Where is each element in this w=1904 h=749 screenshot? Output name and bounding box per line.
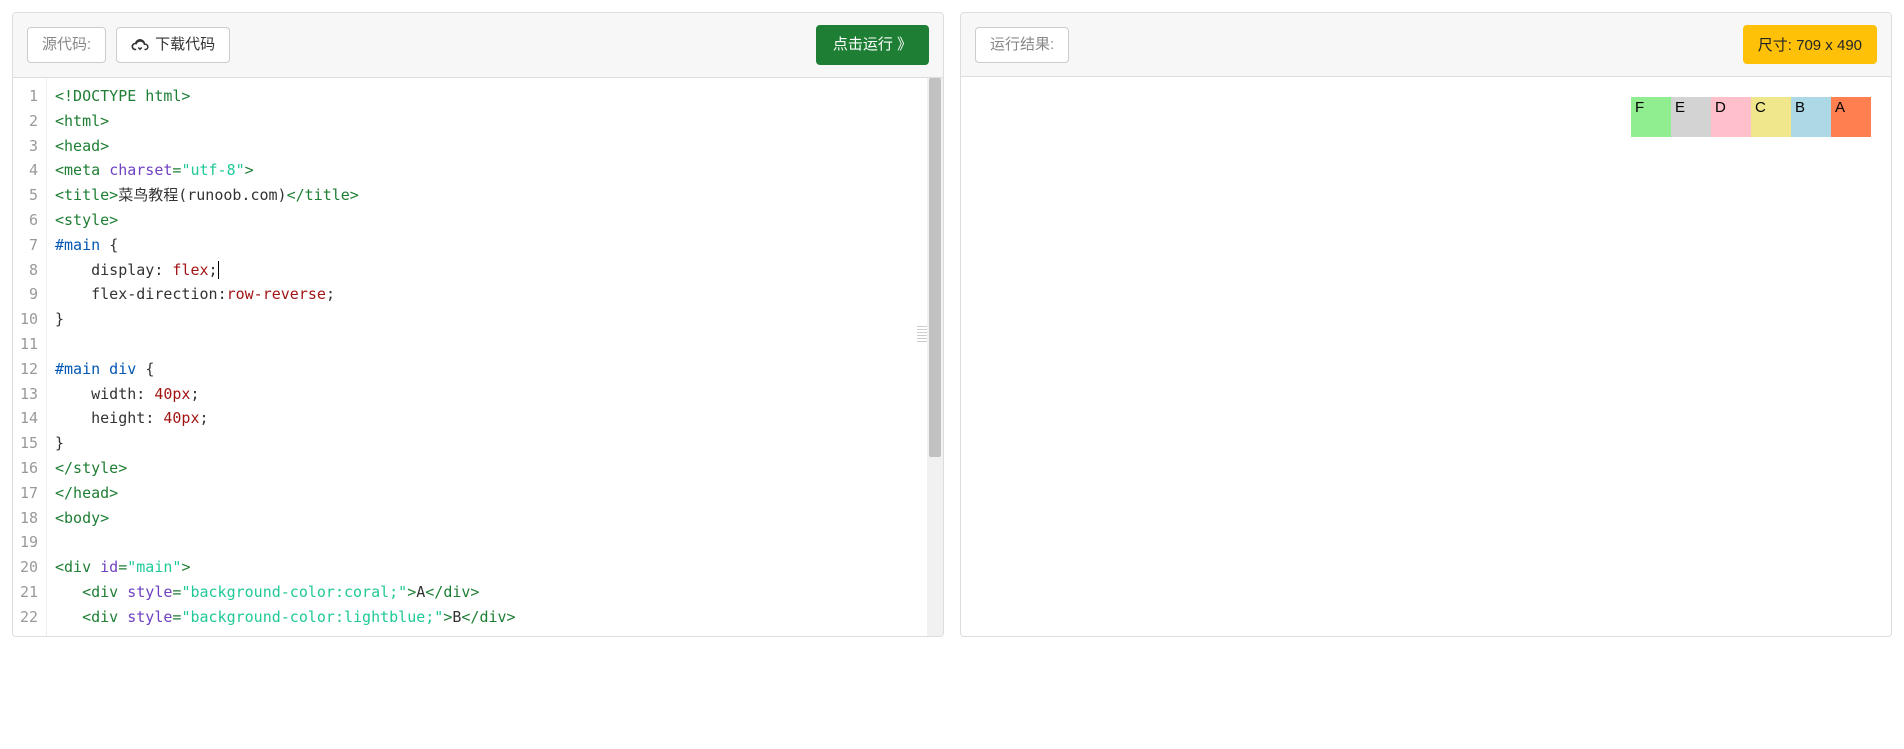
code-line[interactable] [55,530,935,555]
source-header-left: 源代码: 下载代码 [27,27,230,63]
code-line[interactable]: <div id="main"> [55,555,935,580]
line-number: 16 [17,456,38,481]
line-number: 5 [17,183,38,208]
line-number: 11 [17,332,38,357]
code-line[interactable]: display: flex; [55,258,935,283]
code-line[interactable] [55,332,935,357]
cloud-download-icon [131,38,149,52]
code-editor[interactable]: 12345678910111213141516171819202122 <!DO… [13,78,943,636]
line-number: 13 [17,382,38,407]
code-line[interactable]: } [55,431,935,456]
text-caret [218,261,219,279]
line-number: 19 [17,530,38,555]
result-panel: 运行结果: 尺寸: 709 x 490 ABCDEF [960,12,1892,637]
line-number: 22 [17,605,38,630]
line-number: 18 [17,506,38,531]
size-value: 709 x 490 [1796,37,1862,54]
result-panel-header: 运行结果: 尺寸: 709 x 490 [961,13,1891,77]
line-number: 2 [17,109,38,134]
code-line[interactable]: height: 40px; [55,406,935,431]
line-number: 6 [17,208,38,233]
line-number: 15 [17,431,38,456]
line-gutter: 12345678910111213141516171819202122 [13,78,47,636]
app-container: 源代码: 下载代码 点击运行 》 12345678910111213141516… [12,12,1892,637]
line-number: 20 [17,555,38,580]
code-line[interactable]: #main { [55,233,935,258]
code-line[interactable]: <head> [55,134,935,159]
line-number: 14 [17,406,38,431]
code-line[interactable]: <title>菜鸟教程(runoob.com)</title> [55,183,935,208]
result-body: ABCDEF [961,77,1891,636]
line-number: 12 [17,357,38,382]
size-prefix: 尺寸: [1758,37,1796,54]
code-line[interactable]: <!DOCTYPE html> [55,84,935,109]
size-badge: 尺寸: 709 x 490 [1743,25,1877,64]
source-panel: 源代码: 下载代码 点击运行 》 12345678910111213141516… [12,12,944,637]
download-button[interactable]: 下载代码 [116,27,230,63]
code-line[interactable]: <meta charset="utf-8"> [55,158,935,183]
splitter-handle[interactable] [917,312,927,356]
scrollbar-thumb[interactable] [929,78,941,457]
code-line[interactable]: <style> [55,208,935,233]
source-panel-header: 源代码: 下载代码 点击运行 》 [13,13,943,78]
download-button-label: 下载代码 [155,36,215,54]
code-line[interactable]: <html> [55,109,935,134]
code-area[interactable]: <!DOCTYPE html><html><head><meta charset… [47,78,943,636]
flex-item: E [1671,97,1711,137]
line-number: 10 [17,307,38,332]
flex-demo-container: ABCDEF [981,97,1871,137]
code-line[interactable]: <div style="background-color:lightblue;"… [55,605,935,630]
line-number: 7 [17,233,38,258]
flex-item: C [1751,97,1791,137]
code-line[interactable]: </head> [55,481,935,506]
run-button-label: 点击运行 》 [833,36,912,54]
editor-scrollbar[interactable] [927,78,943,636]
source-label: 源代码: [27,27,106,63]
line-number: 8 [17,258,38,283]
code-line[interactable]: #main div { [55,357,935,382]
flex-item: B [1791,97,1831,137]
line-number: 3 [17,134,38,159]
flex-item: A [1831,97,1871,137]
code-line[interactable]: } [55,307,935,332]
code-line[interactable]: width: 40px; [55,382,935,407]
code-line[interactable]: </style> [55,456,935,481]
code-line[interactable]: <div style="background-color:coral;">A</… [55,580,935,605]
run-button[interactable]: 点击运行 》 [816,25,929,65]
code-line[interactable]: <body> [55,506,935,531]
line-number: 4 [17,158,38,183]
line-number: 17 [17,481,38,506]
result-label: 运行结果: [975,27,1069,63]
flex-item: F [1631,97,1671,137]
flex-item: D [1711,97,1751,137]
code-line[interactable]: flex-direction:row-reverse; [55,282,935,307]
line-number: 21 [17,580,38,605]
line-number: 9 [17,282,38,307]
line-number: 1 [17,84,38,109]
